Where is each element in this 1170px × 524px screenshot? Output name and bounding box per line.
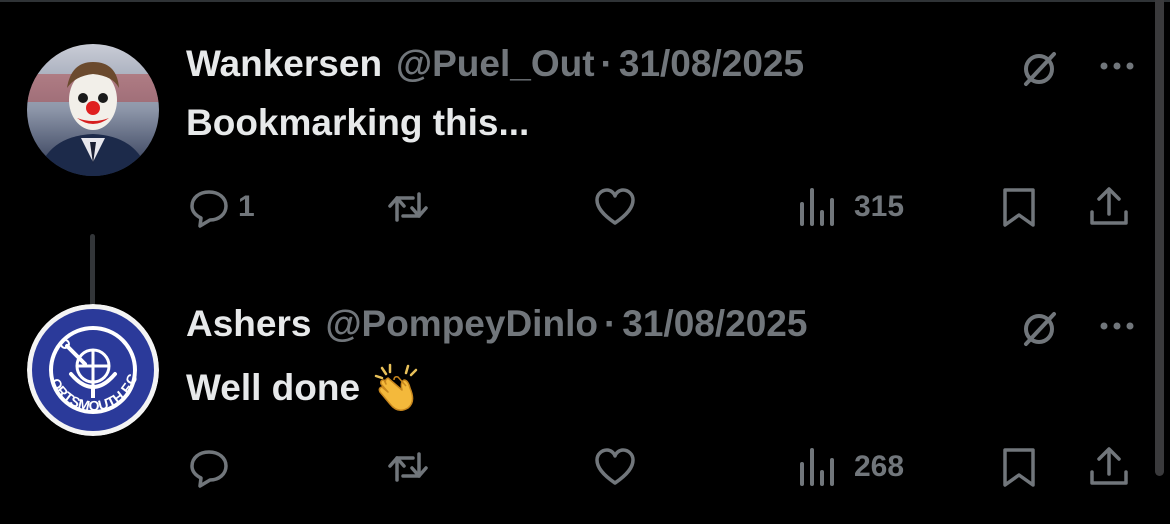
like-icon: [595, 448, 635, 485]
grok-icon[interactable]: [1018, 48, 1060, 90]
views-button[interactable]: 268: [794, 442, 904, 492]
avatar-image-clown: [27, 44, 159, 176]
share-button[interactable]: [1086, 182, 1132, 232]
clap-emoji: [374, 363, 418, 411]
tweet-header: Wankersen @Puel_Out · 31/08/2025: [186, 43, 804, 85]
reply-icon: [190, 450, 228, 488]
tweet-text-content: Bookmarking this...: [186, 102, 530, 143]
bookmark-icon: [1003, 448, 1035, 487]
top-divider: [0, 0, 1170, 2]
reply-button[interactable]: [186, 442, 238, 492]
view-count: 315: [854, 190, 905, 223]
separator: ·: [603, 303, 617, 344]
tweet-text: Well done: [186, 362, 424, 414]
reply-icon: [190, 190, 228, 228]
tweet-date[interactable]: 31/08/2025: [622, 303, 807, 345]
share-icon: [1090, 447, 1128, 485]
user-handle[interactable]: @Puel_Out: [396, 43, 595, 85]
display-name[interactable]: Wankersen: [186, 43, 382, 85]
avatar[interactable]: PORTSMOUTH F.C.: [27, 304, 159, 436]
tweet-header: Ashers @PompeyDinlo · 31/08/2025: [186, 303, 807, 345]
more-icon[interactable]: [1096, 316, 1138, 336]
avatar[interactable]: [27, 44, 159, 176]
user-handle[interactable]: @PompeyDinlo: [325, 303, 598, 345]
display-name[interactable]: Ashers: [186, 303, 311, 345]
views-icon: [800, 448, 834, 486]
separator: ·: [600, 43, 613, 84]
grok-icon[interactable]: [1018, 308, 1060, 350]
views-icon: [800, 188, 834, 226]
like-button[interactable]: [592, 182, 644, 232]
retweet-icon: [388, 192, 428, 222]
action-bar: 1 315: [0, 182, 1150, 232]
retweet-icon: [388, 452, 428, 482]
bookmark-button[interactable]: [996, 442, 1042, 492]
scrollbar[interactable]: [1155, 0, 1164, 476]
tweet-text: Bookmarking this...: [186, 102, 529, 144]
share-button[interactable]: [1086, 442, 1132, 492]
tweet-text-content: Well done: [186, 367, 361, 408]
tweet-date[interactable]: 31/08/2025: [619, 43, 804, 85]
views-button[interactable]: 315: [794, 182, 904, 232]
like-icon: [595, 188, 635, 225]
bookmark-icon: [1003, 188, 1035, 227]
share-icon: [1090, 187, 1128, 225]
more-icon[interactable]: [1096, 56, 1138, 76]
reply-button[interactable]: 1: [186, 182, 255, 232]
reply-count: 1: [238, 190, 255, 223]
portsmouth-crest-logo: PORTSMOUTH F.C.: [27, 304, 159, 436]
bookmark-button[interactable]: [996, 182, 1042, 232]
action-bar: 268: [0, 442, 1150, 492]
view-count: 268: [854, 450, 905, 483]
retweet-button[interactable]: [385, 442, 437, 492]
retweet-button[interactable]: [385, 182, 437, 232]
like-button[interactable]: [592, 442, 644, 492]
